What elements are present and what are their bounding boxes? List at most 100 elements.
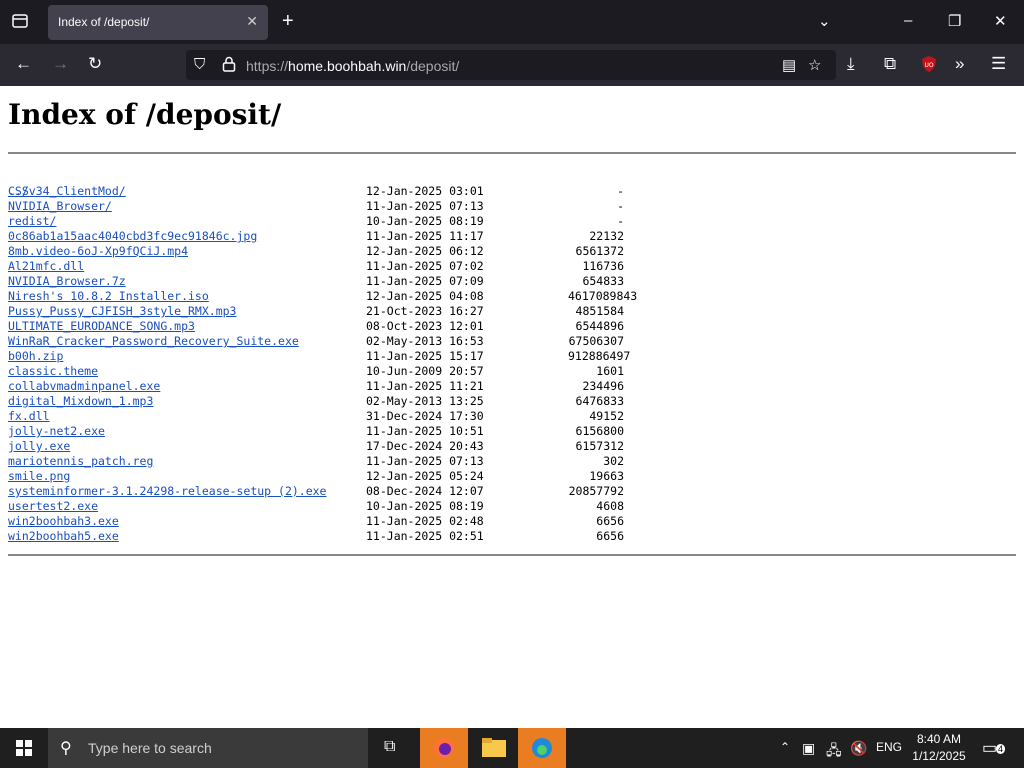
file-size: 22132 [589, 229, 624, 243]
listing-row: 8mb.video-6oJ-Xp9fQCiJ.mp4 12-Jan-2025 06… [8, 244, 624, 259]
file-link[interactable]: jolly-net2.exe [8, 424, 105, 439]
file-link[interactable]: NVIDIA_Browser.7z [8, 274, 126, 289]
url-host: home.boohbah.win [288, 58, 407, 74]
tab-index-deposit[interactable]: Index of /deposit/ ✕ [48, 5, 268, 40]
file-date: 12-Jan-2025 06:12 [366, 244, 484, 258]
listing-row: mariotennis_patch.reg 11-Jan-2025 07:13 30… [8, 454, 624, 469]
file-link[interactable]: win2boohbah5.exe [8, 529, 119, 544]
file-explorer-button[interactable] [470, 728, 518, 768]
taskbar-search[interactable]: ⚲ Type here to search [48, 728, 368, 768]
file-link[interactable]: mariotennis_patch.reg [8, 454, 153, 469]
menu-icon[interactable]: ☰ [991, 54, 1006, 74]
file-link[interactable]: redist/ [8, 214, 56, 229]
file-link[interactable]: systeminformer-3.1.24298-release-setup (… [8, 484, 327, 499]
volume-muted-icon[interactable]: 🔇 [850, 740, 867, 757]
file-date: 11-Jan-2025 07:13 [366, 454, 484, 468]
downloads-icon[interactable]: ⤓ [847, 54, 855, 74]
listing-row: digital_Mixdown_1.mp3 02-May-2013 13:25 64… [8, 394, 624, 409]
file-link[interactable]: 8mb.video-6oJ-Xp9fQCiJ.mp4 [8, 244, 188, 259]
file-size: 4617089843 [568, 289, 638, 303]
file-link[interactable]: WinRaR_Cracker_Password_Recovery_Suite.e… [8, 334, 299, 349]
page-title: Index of /deposit/ [8, 98, 282, 131]
more-tools-icon[interactable]: » [955, 54, 964, 74]
reload-icon[interactable]: ↻ [88, 54, 102, 74]
chevron-down-icon[interactable]: ⌄ [818, 12, 831, 30]
file-size: 4608 [596, 499, 624, 513]
file-link[interactable]: collabvmadminpanel.exe [8, 379, 160, 394]
file-link[interactable]: Pussy_Pussy_CJFISH_3style_RMX.mp3 [8, 304, 236, 319]
file-date: 08-Oct-2023 12:01 [366, 319, 484, 333]
file-date: 11-Jan-2025 10:51 [366, 424, 484, 438]
start-button[interactable] [0, 728, 48, 768]
tab-overview-icon[interactable] [11, 12, 29, 34]
file-link[interactable]: jolly.exe [8, 439, 70, 454]
file-link[interactable]: b00h.zip [8, 349, 63, 364]
file-size: - [617, 199, 624, 213]
file-link[interactable]: Niresh's 10.8.2 Installer.iso [8, 289, 209, 304]
extensions-icon[interactable]: ⧉ [884, 54, 896, 74]
edge-taskbar-button[interactable] [518, 728, 566, 768]
language-indicator[interactable]: ENG [876, 740, 902, 754]
file-link[interactable]: win2boohbah3.exe [8, 514, 119, 529]
file-date: 11-Jan-2025 11:17 [366, 229, 484, 243]
lock-icon[interactable] [222, 56, 236, 76]
firefox-taskbar-button[interactable] [420, 728, 468, 768]
notification-center-button[interactable]: ▭ 4 [982, 738, 1006, 757]
show-hidden-icons-chevron-icon[interactable]: ⌃ [780, 740, 790, 754]
file-link[interactable]: CSSv34_ClientMod/ [8, 184, 126, 199]
forward-icon[interactable]: → [52, 54, 69, 74]
listing-row: jolly.exe 17-Dec-2024 20:43 6157312 [8, 439, 624, 454]
restore-icon[interactable]: ❐ [948, 12, 961, 30]
navigation-toolbar: ← → ↻ ⛉ https://home.boohbah.win/deposit… [0, 44, 1024, 86]
listing-row: WinRaR_Cracker_Password_Recovery_Suite.e… [8, 334, 624, 349]
shield-icon[interactable]: ⛉ [194, 56, 205, 73]
file-link[interactable]: smile.png [8, 469, 70, 484]
network-icon[interactable]: 🖧 [826, 740, 842, 764]
file-link[interactable]: classic.theme [8, 364, 98, 379]
file-size: - [617, 184, 624, 198]
file-link[interactable]: ULTIMATE_EURODANCE_SONG.mp3 [8, 319, 195, 334]
task-view-icon: ⧉ [384, 738, 396, 755]
listing-row: collabvmadminpanel.exe 11-Jan-2025 11:21 2… [8, 379, 624, 394]
page-content: Index of /deposit/ ../ CSSv34_ClientMod/… [8, 86, 1016, 728]
file-link[interactable]: digital_Mixdown_1.mp3 [8, 394, 153, 409]
file-link[interactable]: usertest2.exe [8, 499, 98, 514]
reader-view-icon[interactable]: ▤ [782, 56, 796, 74]
bookmark-star-icon[interactable]: ☆ [808, 56, 821, 74]
task-view-button[interactable]: ⧉ [370, 728, 418, 768]
file-link[interactable]: fx.dll [8, 409, 50, 424]
new-tab-icon[interactable]: + [282, 10, 294, 33]
listing-row: CSSv34_ClientMod/12-Jan-2025 03:01 - [8, 184, 624, 199]
file-size: 6561372 [575, 244, 624, 258]
file-link[interactable]: Al21mfc.dll [8, 259, 84, 274]
back-icon[interactable]: ← [15, 54, 32, 74]
tab-close-icon[interactable]: ✕ [246, 13, 258, 30]
file-link[interactable]: NVIDIA_Browser/ [8, 199, 112, 214]
file-date: 12-Jan-2025 05:24 [366, 469, 484, 483]
file-size: 234496 [582, 379, 624, 393]
file-date: 02-May-2013 13:25 [366, 394, 484, 408]
url-text[interactable]: https://home.boohbah.win/deposit/ [246, 58, 459, 74]
file-date: 08-Dec-2024 12:07 [366, 484, 484, 498]
clock[interactable]: 8:40 AM 1/12/2025 [906, 731, 972, 765]
close-window-icon[interactable]: ✕ [994, 12, 1007, 30]
defender-icon[interactable]: ▣ [802, 740, 815, 757]
file-size: - [617, 214, 624, 228]
listing-row: NVIDIA_Browser.7z 11-Jan-2025 07:09 654833 [8, 274, 624, 289]
file-size: 6476833 [575, 394, 624, 408]
listing-row: Niresh's 10.8.2 Installer.iso 12-Jan-2025… [8, 289, 637, 304]
tab-strip: Index of /deposit/ ✕ + ⌄ – ❐ ✕ [0, 0, 1024, 44]
ublock-icon[interactable]: UO [920, 55, 938, 78]
file-date: 11-Jan-2025 11:21 [366, 379, 484, 393]
listing-row: Pussy_Pussy_CJFISH_3style_RMX.mp3 21-Oct-… [8, 304, 624, 319]
url-prefix: https:// [246, 58, 289, 74]
file-size: 654833 [582, 274, 624, 288]
file-date: 11-Jan-2025 07:13 [366, 199, 484, 213]
url-bar[interactable]: ⛉ https://home.boohbah.win/deposit/ ▤ ☆ [186, 50, 836, 80]
file-link[interactable]: 0c86ab1a15aac4040cbd3fc9ec91846c.jpg [8, 229, 257, 244]
listing-row: classic.theme 10-Jun-2009 20:57 1601 [8, 364, 624, 379]
file-size: 1601 [596, 364, 624, 378]
file-size: 6656 [596, 514, 624, 528]
minimize-icon[interactable]: – [904, 12, 912, 29]
file-date: 11-Jan-2025 15:17 [366, 349, 484, 363]
